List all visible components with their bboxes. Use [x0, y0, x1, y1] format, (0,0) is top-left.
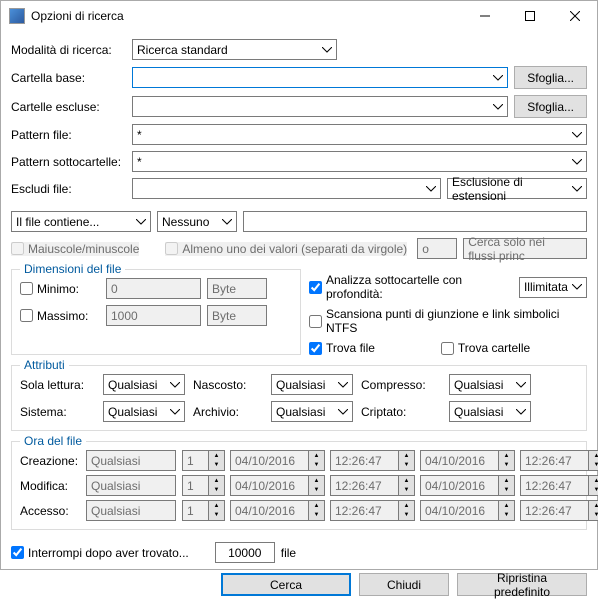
window-title: Opzioni di ricerca	[31, 9, 462, 23]
archive-select[interactable]: Qualsiasi	[271, 401, 353, 422]
stop-after-checkbox[interactable]: Interrompi dopo aver trovato...	[11, 546, 189, 560]
base-folder-label: Cartella base:	[11, 71, 126, 85]
max-size-unit: Byte	[207, 305, 267, 326]
find-folders-checkbox[interactable]: Trova cartelle	[441, 341, 530, 355]
browse-excluded-button[interactable]: Sfoglia...	[514, 95, 587, 118]
any-value-checkbox[interactable]: Almeno uno dei valori (separati da virgo…	[165, 242, 407, 256]
creation-date2[interactable]	[420, 450, 498, 471]
archive-label: Archivio:	[193, 405, 263, 419]
case-sensitive-checkbox[interactable]: Maiuscole/minuscole	[11, 242, 139, 256]
hidden-select[interactable]: Qualsiasi	[271, 374, 353, 395]
scan-junctions-checkbox[interactable]: Scansiona punti di giunzione e link simb…	[309, 307, 587, 335]
encrypted-select[interactable]: Qualsiasi	[449, 401, 531, 422]
modify-mode[interactable]: Qualsiasi	[86, 475, 176, 496]
file-pattern-input[interactable]: *	[132, 124, 587, 145]
file-pattern-label: Pattern file:	[11, 128, 126, 142]
excluded-folders-label: Cartelle escluse:	[11, 100, 126, 114]
subfolder-pattern-input[interactable]: *	[132, 151, 587, 172]
file-contains-input[interactable]	[243, 211, 587, 232]
search-mode-label: Modalità di ricerca:	[11, 43, 126, 57]
modify-time2[interactable]	[520, 475, 588, 496]
modify-date2[interactable]	[420, 475, 498, 496]
app-icon	[9, 8, 25, 24]
access-time1[interactable]	[330, 500, 398, 521]
stop-after-suffix: file	[281, 546, 296, 560]
subfolder-pattern-label: Pattern sottocartelle:	[11, 155, 126, 169]
stop-after-input[interactable]	[215, 542, 275, 563]
o-select: o	[417, 238, 457, 259]
max-size-input[interactable]	[106, 305, 201, 326]
system-label: Sistema:	[20, 405, 95, 419]
find-files-checkbox[interactable]: Trova file	[309, 341, 375, 355]
creation-label: Creazione:	[20, 454, 80, 468]
close-dialog-button[interactable]: Chiudi	[359, 573, 449, 596]
exclude-files-input[interactable]	[132, 178, 441, 199]
hidden-label: Nascosto:	[193, 378, 263, 392]
search-button[interactable]: Cerca	[221, 573, 351, 596]
close-button[interactable]	[552, 1, 597, 31]
system-select[interactable]: Qualsiasi	[103, 401, 185, 422]
compressed-select[interactable]: Qualsiasi	[449, 374, 531, 395]
min-size-unit: Byte	[207, 278, 267, 299]
depth-select[interactable]: Illimitata	[519, 277, 587, 298]
file-size-legend: Dimensioni del file	[20, 262, 125, 276]
modify-date1[interactable]	[230, 475, 308, 496]
min-size-checkbox[interactable]: Minimo:	[20, 282, 100, 296]
exclude-files-label: Escludi file:	[11, 182, 126, 196]
maximize-button[interactable]	[507, 1, 552, 31]
creation-time2[interactable]	[520, 450, 588, 471]
excluded-folders-input[interactable]	[132, 96, 508, 117]
access-date2[interactable]	[420, 500, 498, 521]
compressed-label: Compresso:	[361, 378, 441, 392]
exclude-extensions-select[interactable]: Esclusione di estensioni	[447, 178, 587, 199]
modify-label: Modifica:	[20, 479, 80, 493]
modify-num[interactable]	[182, 475, 208, 496]
access-label: Accesso:	[20, 504, 80, 518]
readonly-label: Sola lettura:	[20, 378, 95, 392]
creation-date1[interactable]	[230, 450, 308, 471]
max-size-checkbox[interactable]: Massimo:	[20, 309, 100, 323]
access-date1[interactable]	[230, 500, 308, 521]
titlebar: Opzioni di ricerca	[1, 1, 597, 31]
analyze-subfolders-checkbox[interactable]: Analizza sottocartelle con profondità:	[309, 273, 513, 301]
readonly-select[interactable]: Qualsiasi	[103, 374, 185, 395]
search-streams-select: Cerca solo nei flussi princ	[463, 238, 587, 259]
creation-time1[interactable]	[330, 450, 398, 471]
file-contains-mode-select[interactable]: Nessuno	[157, 211, 237, 232]
file-contains-select[interactable]: Il file contiene...	[11, 211, 151, 232]
min-size-input[interactable]	[106, 278, 201, 299]
file-time-legend: Ora del file	[20, 434, 86, 448]
base-folder-input[interactable]	[132, 67, 508, 88]
browse-base-button[interactable]: Sfoglia...	[514, 66, 587, 89]
access-time2[interactable]	[520, 500, 588, 521]
minimize-button[interactable]	[462, 1, 507, 31]
encrypted-label: Criptato:	[361, 405, 441, 419]
reset-button[interactable]: Ripristina predefinito	[457, 573, 587, 596]
access-num[interactable]	[182, 500, 208, 521]
attributes-legend: Attributi	[20, 358, 69, 372]
access-mode[interactable]: Qualsiasi	[86, 500, 176, 521]
creation-num[interactable]	[182, 450, 208, 471]
modify-time1[interactable]	[330, 475, 398, 496]
creation-mode[interactable]: Qualsiasi	[86, 450, 176, 471]
search-mode-select[interactable]: Ricerca standard	[132, 39, 337, 60]
